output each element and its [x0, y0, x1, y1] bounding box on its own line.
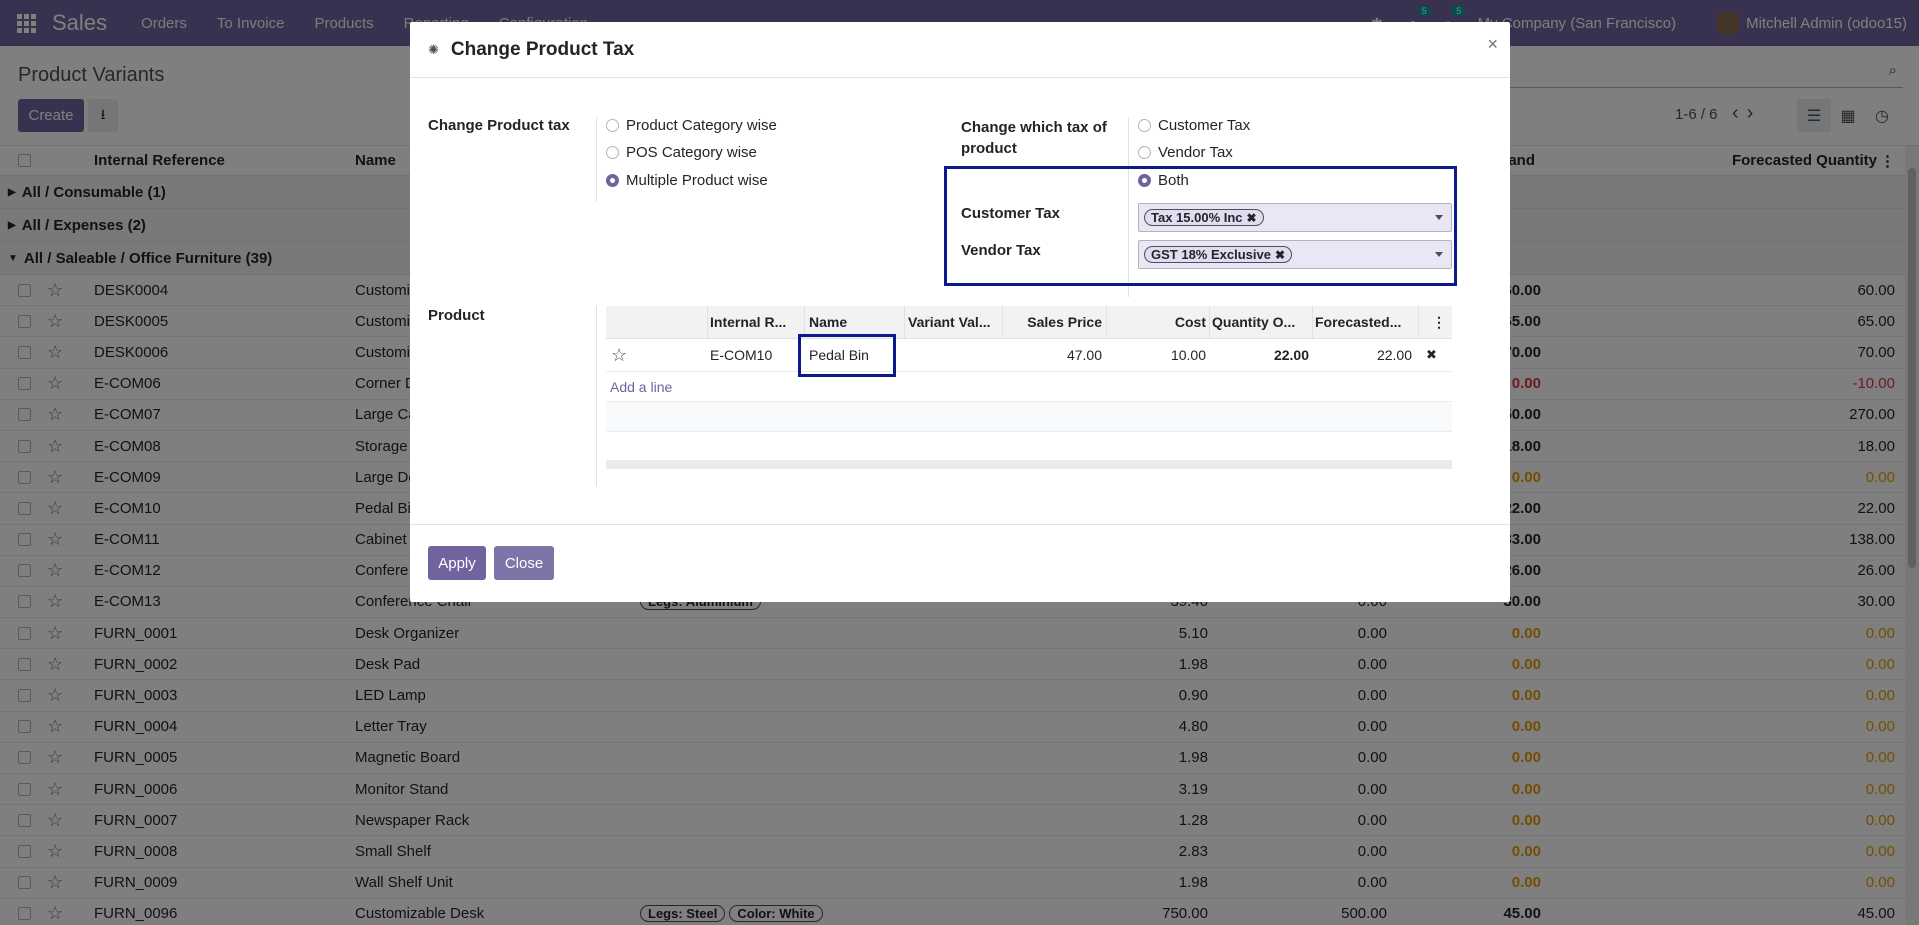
apply-button[interactable]: Apply	[428, 546, 486, 580]
close-icon[interactable]: ×	[1487, 34, 1498, 55]
radio-selected-icon	[606, 174, 619, 187]
col-forecasted[interactable]: Forecasted...	[1315, 314, 1401, 330]
col-sales-price[interactable]: Sales Price	[1027, 314, 1102, 330]
bug-icon: ✺	[428, 41, 439, 57]
radio-multiple-product-wise[interactable]: Multiple Product wise	[606, 172, 768, 189]
change-product-tax-label: Change Product tax	[428, 117, 570, 134]
product-lines-table: Internal R... Name Variant Val... Sales …	[606, 306, 1452, 432]
radio-label: POS Category wise	[626, 144, 757, 161]
col-quantity[interactable]: Quantity O...	[1212, 314, 1295, 330]
row-sales-price: 47.00	[1066, 347, 1102, 363]
highlight-box	[798, 334, 896, 377]
col-name[interactable]: Name	[809, 314, 847, 330]
row-cost: 10.00	[1170, 347, 1206, 363]
radio-label: Customer Tax	[1158, 117, 1251, 134]
radio-pos-category-wise[interactable]: POS Category wise	[606, 144, 757, 161]
row-forecasted: 22.00	[1376, 347, 1412, 363]
radio-icon	[606, 146, 619, 159]
radio-icon	[1138, 146, 1151, 159]
radio-label: Vendor Tax	[1158, 144, 1233, 161]
radio-vendor-tax[interactable]: Vendor Tax	[1138, 144, 1233, 161]
which-tax-label: Change which tax of product	[961, 119, 1107, 157]
table-header: Internal R... Name Variant Val... Sales …	[606, 306, 1452, 339]
col-variant-values[interactable]: Variant Val...	[908, 314, 991, 330]
col-cost[interactable]: Cost	[1175, 314, 1206, 330]
radio-label: Multiple Product wise	[626, 172, 768, 189]
add-line-link[interactable]: Add a line	[606, 372, 1452, 402]
radio-customer-tax[interactable]: Customer Tax	[1138, 117, 1250, 134]
modal-footer: Apply Close	[410, 524, 1510, 602]
modal-header: ✺ Change Product Tax	[410, 22, 1510, 78]
radio-icon	[606, 119, 619, 132]
radio-icon	[1138, 119, 1151, 132]
favorite-star-icon[interactable]: ☆	[611, 345, 627, 366]
col-internal-ref[interactable]: Internal R...	[710, 314, 786, 330]
row-quantity: 22.00	[1273, 347, 1309, 363]
empty-row	[606, 402, 1452, 432]
horizontal-scrollbar[interactable]	[606, 460, 1452, 469]
row-internal-ref: E-COM10	[710, 347, 773, 363]
table-row[interactable]: ☆ E-COM10 Pedal Bin 47.00 10.00 22.00 22…	[606, 339, 1452, 372]
delete-row-icon[interactable]: ✖	[1426, 347, 1437, 363]
radio-product-category-wise[interactable]: Product Category wise	[606, 117, 777, 134]
modal-title: Change Product Tax	[450, 38, 635, 60]
close-button[interactable]: Close	[494, 546, 554, 580]
highlight-box	[944, 166, 1457, 286]
product-label: Product	[428, 307, 485, 324]
optional-columns-icon[interactable]: ⋮	[1432, 314, 1446, 331]
radio-label: Product Category wise	[626, 117, 777, 134]
change-product-tax-dialog: ✺ Change Product Tax × Change Product ta…	[410, 22, 1510, 602]
